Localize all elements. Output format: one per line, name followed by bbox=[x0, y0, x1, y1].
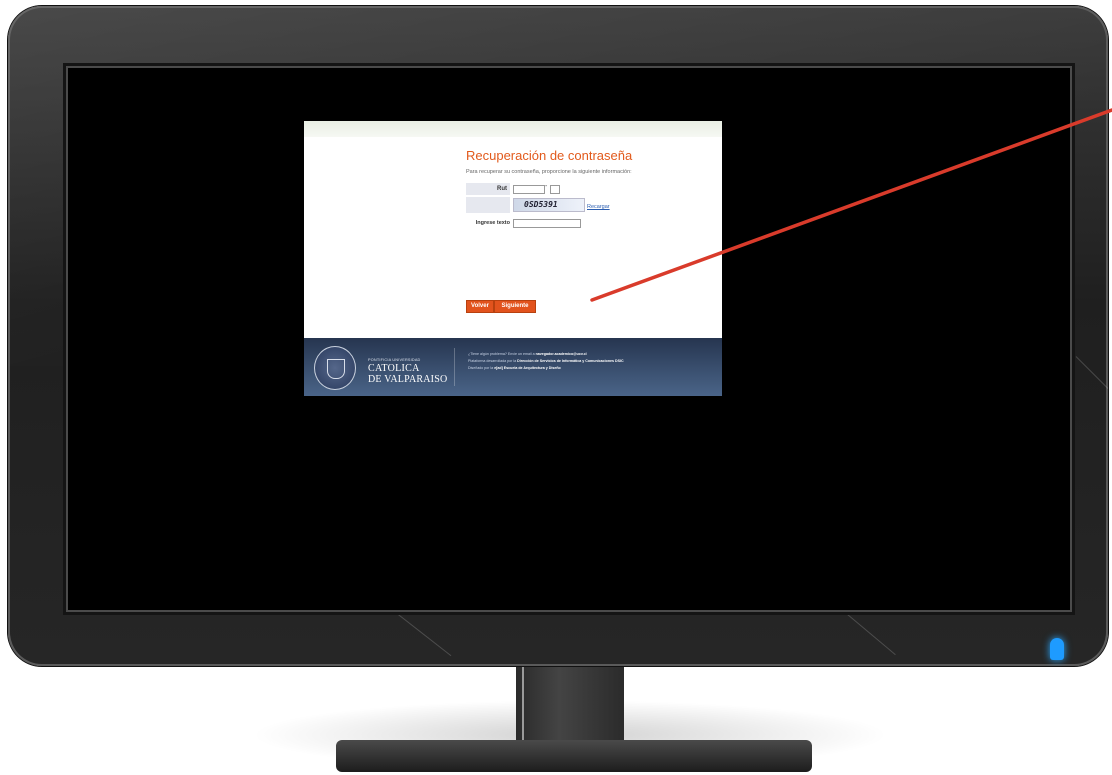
captcha-text-input[interactable] bbox=[513, 219, 581, 228]
webpage-screenshot: Recuperación de contraseña Para recupera… bbox=[304, 121, 722, 396]
back-button[interactable]: Volver bbox=[466, 300, 494, 313]
rut-label: Rut bbox=[466, 183, 510, 195]
captcha-reload-link[interactable]: Recargar bbox=[587, 204, 610, 210]
captcha-label-cell bbox=[466, 197, 510, 213]
university-name-line2: CATOLICA bbox=[368, 363, 420, 374]
rut-dash: - bbox=[545, 183, 548, 190]
developed-by: Dirección de Servicios de Informática y … bbox=[517, 359, 624, 363]
help-email-link[interactable]: navegador.academico@ucv.cl bbox=[536, 352, 587, 356]
web-topbar bbox=[304, 121, 722, 137]
footer-designed-line: Diseñado por la e[ad] Escuela de Arquite… bbox=[468, 366, 561, 370]
bezel-reflection bbox=[837, 606, 896, 656]
developed-prefix: Plataforma desarrollada por la bbox=[468, 359, 517, 363]
help-prefix: ¿Tiene algún problema? Envíe un email a bbox=[468, 352, 535, 356]
captcha-image: 0SD5391 bbox=[513, 198, 585, 212]
footer-help-line: ¿Tiene algún problema? Envíe un email a … bbox=[468, 352, 587, 356]
text-label: Ingrese texto bbox=[475, 220, 510, 226]
instructions-text: Para recuperar su contraseña, proporcion… bbox=[466, 169, 632, 175]
rut-input[interactable] bbox=[513, 185, 545, 194]
university-seal-icon bbox=[314, 346, 356, 390]
footer-divider bbox=[454, 348, 455, 386]
web-footer: PONTIFICIA UNIVERSIDAD CATOLICA DE VALPA… bbox=[304, 338, 722, 396]
rut-dv-input[interactable] bbox=[550, 185, 560, 194]
designed-by: e[ad] Escuela de Arquitectura y Diseño bbox=[494, 366, 561, 370]
university-name-line1: PONTIFICIA UNIVERSIDAD bbox=[368, 358, 421, 362]
university-name-line3: DE VALPARAISO bbox=[368, 374, 448, 385]
power-led-icon bbox=[1050, 638, 1064, 660]
monitor-stand-base bbox=[336, 740, 812, 772]
bezel-reflection bbox=[387, 606, 452, 657]
designed-prefix: Diseñado por la bbox=[468, 366, 494, 370]
footer-developed-line: Plataforma desarrollada por la Dirección… bbox=[468, 359, 624, 363]
monitor-stand-neck bbox=[516, 666, 624, 740]
next-button[interactable]: Siguiente bbox=[494, 300, 536, 313]
page-title: Recuperación de contraseña bbox=[466, 148, 633, 163]
